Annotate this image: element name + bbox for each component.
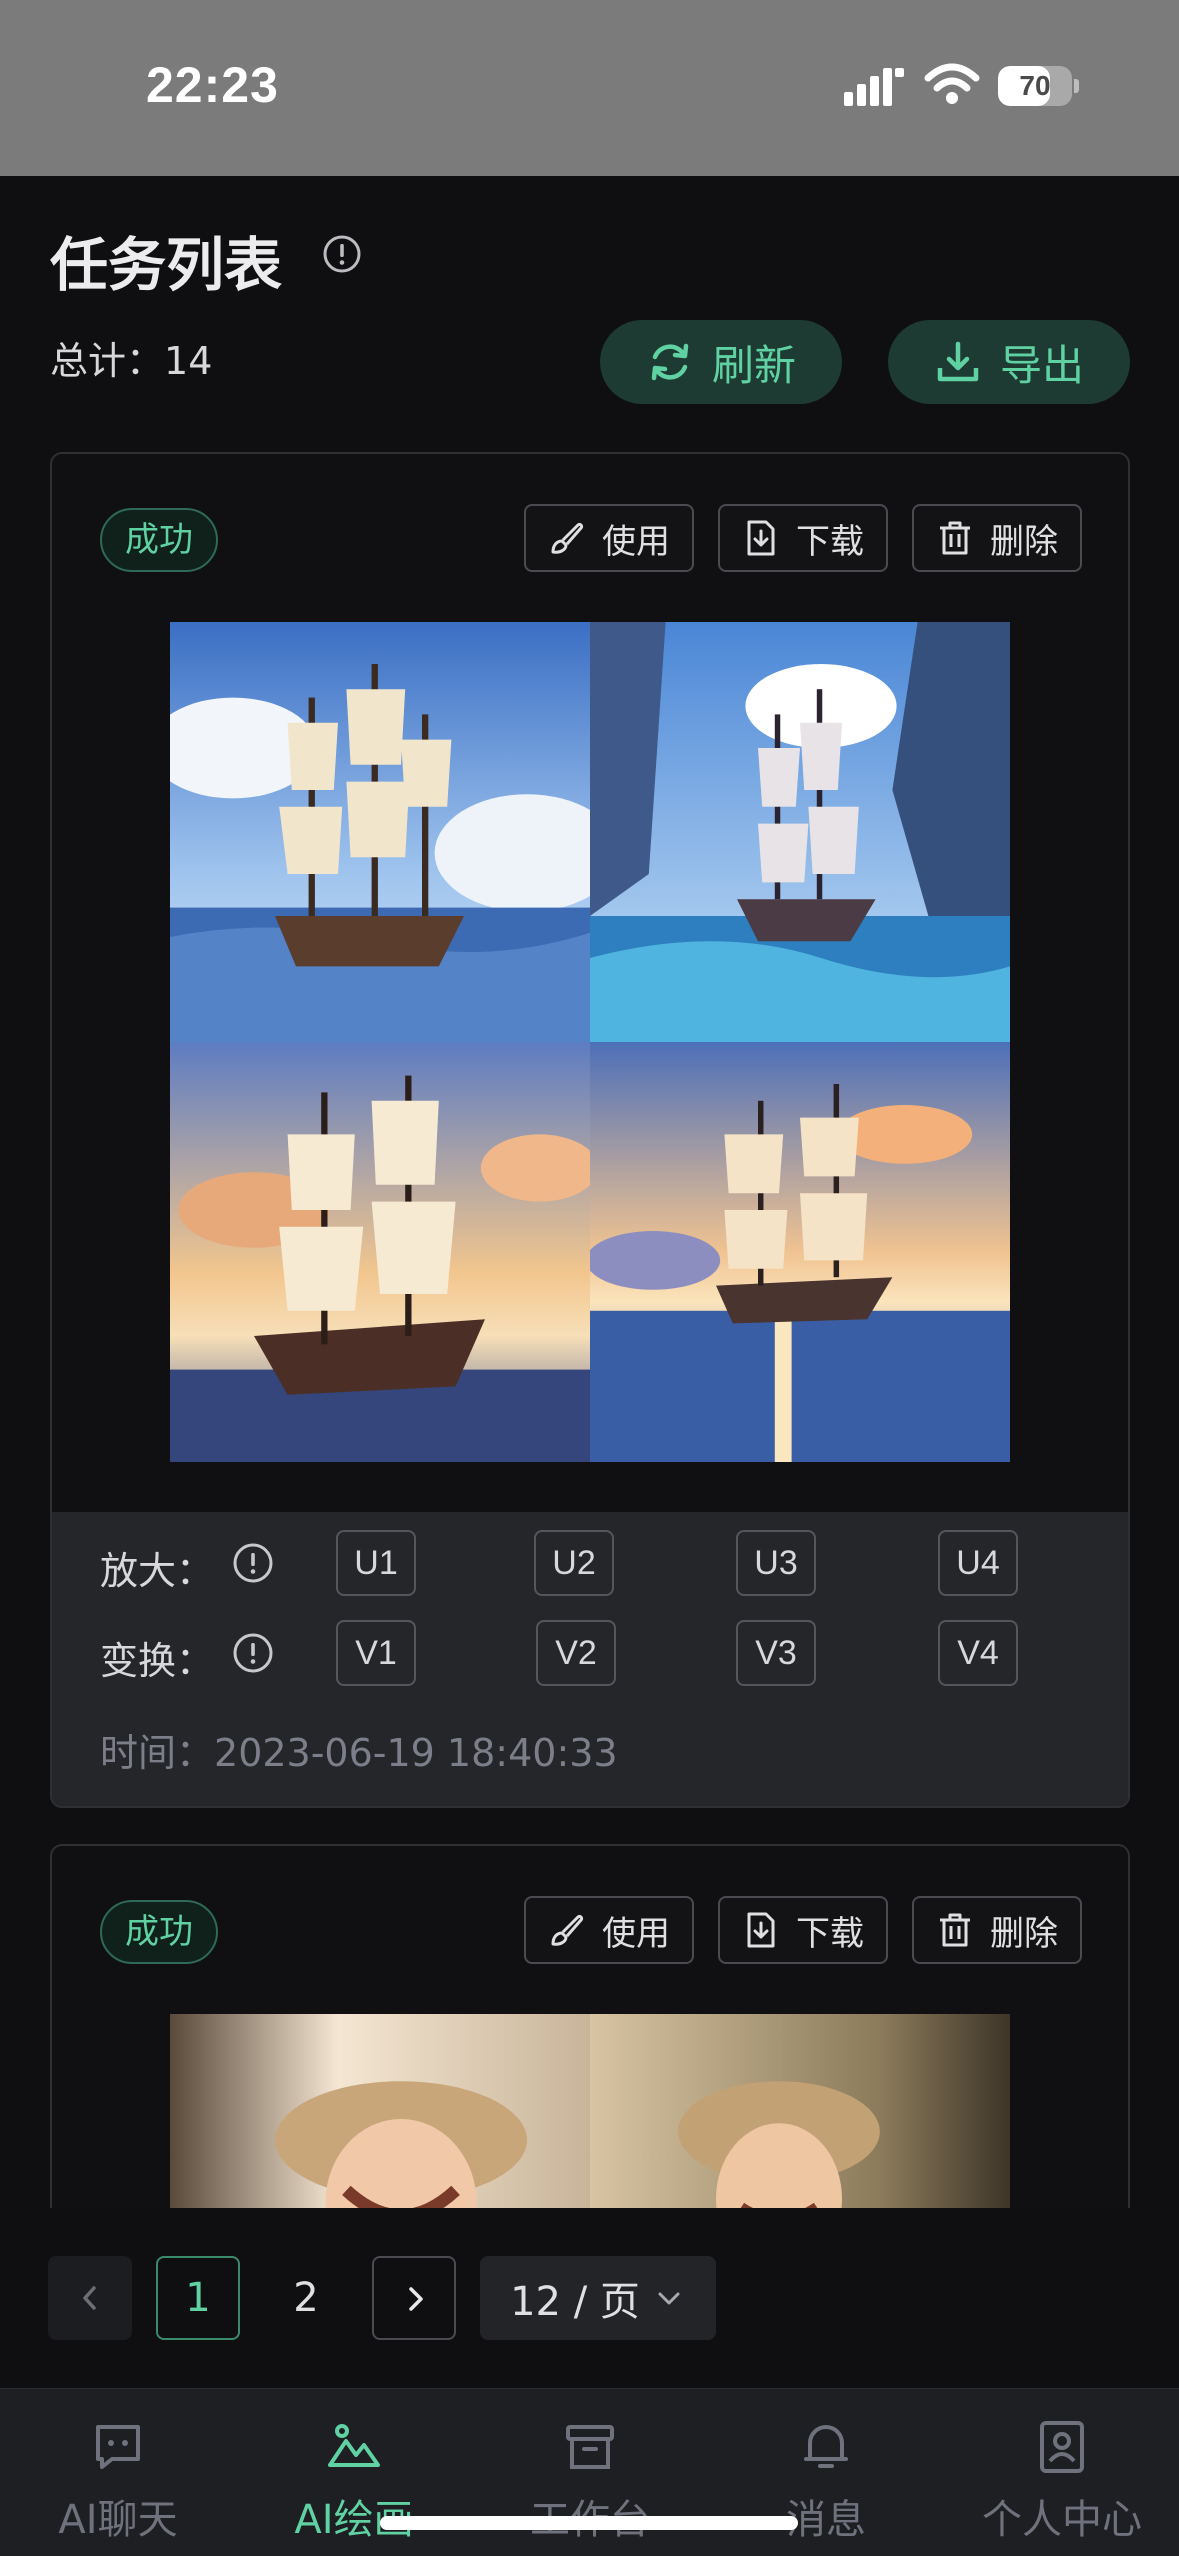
home-indicator bbox=[380, 2516, 798, 2530]
file-download-icon bbox=[747, 1912, 775, 1948]
upscale-u3-button[interactable]: U3 bbox=[736, 1530, 816, 1596]
total-count: 总计：14 bbox=[50, 330, 212, 385]
upscale-u1-button[interactable]: U1 bbox=[336, 1530, 416, 1596]
page-2-button[interactable]: 2 bbox=[264, 2256, 348, 2340]
variation-v4-button[interactable]: V4 bbox=[938, 1620, 1018, 1686]
export-button[interactable]: 导出 bbox=[888, 320, 1130, 404]
trash-icon bbox=[940, 1913, 970, 1947]
variation-v3-button[interactable]: V3 bbox=[736, 1620, 816, 1686]
task-controls: 放大： U1 U2 U3 U4 变换： V1 V2 V3 V4 时间：2023-… bbox=[52, 1512, 1128, 1806]
variation-v1-button[interactable]: V1 bbox=[336, 1620, 416, 1686]
upscale-u2-button[interactable]: U2 bbox=[534, 1530, 614, 1596]
download-label: 下载 bbox=[796, 1913, 864, 1954]
result-image-grid[interactable] bbox=[170, 622, 1010, 1462]
delete-button[interactable]: 删除 bbox=[912, 1896, 1082, 1964]
download-button[interactable]: 下载 bbox=[718, 504, 888, 572]
trash-icon bbox=[940, 521, 970, 555]
signal-icon bbox=[844, 68, 904, 106]
status-bar: 22:23 70 bbox=[0, 0, 1179, 176]
brush-icon bbox=[551, 1914, 584, 1946]
tab-ai-painting[interactable]: AI绘画 bbox=[236, 2389, 472, 2556]
task-time: 时间：2023-06-19 18:40:33 bbox=[100, 1722, 618, 1777]
time-value: 2023-06-19 18:40:33 bbox=[214, 1731, 618, 1775]
pagination: 1 2 12 / 页 bbox=[0, 2208, 1179, 2388]
variation-v2-button[interactable]: V2 bbox=[536, 1620, 616, 1686]
box-icon bbox=[566, 2425, 614, 2469]
upscale-label: 放大： bbox=[100, 1549, 215, 1593]
chevron-down-icon bbox=[658, 2292, 680, 2305]
upscale-u4-button[interactable]: U4 bbox=[938, 1530, 1018, 1596]
page-size-value: 12 / 页 bbox=[510, 2279, 640, 2325]
image-tile-4[interactable] bbox=[590, 1042, 1010, 1462]
use-button[interactable]: 使用 bbox=[524, 504, 694, 572]
tab-bar: AI聊天 AI绘画 工作台 消息 个人中心 bbox=[0, 2388, 1179, 2556]
upscale-info-icon[interactable] bbox=[232, 1542, 274, 1584]
status-time: 22:23 bbox=[146, 57, 279, 113]
bell-icon bbox=[804, 2425, 848, 2468]
variation-label: 变换： bbox=[100, 1639, 215, 1683]
page-size-select[interactable]: 12 / 页 bbox=[480, 2256, 716, 2340]
tab-messages[interactable]: 消息 bbox=[708, 2389, 944, 2556]
info-icon[interactable] bbox=[322, 234, 362, 274]
prev-page-button[interactable] bbox=[48, 2256, 132, 2340]
delete-label: 删除 bbox=[990, 1913, 1058, 1954]
profile-icon bbox=[1040, 2421, 1084, 2473]
download-button[interactable]: 下载 bbox=[718, 1896, 888, 1964]
battery-indicator: 70 bbox=[998, 66, 1079, 106]
page-1-button[interactable]: 1 bbox=[156, 2256, 240, 2340]
brush-icon bbox=[551, 522, 584, 554]
next-page-button[interactable] bbox=[372, 2256, 456, 2340]
refresh-icon bbox=[651, 343, 689, 381]
total-label: 总计： bbox=[50, 339, 165, 383]
use-label: 使用 bbox=[602, 1913, 670, 1954]
export-label: 导出 bbox=[999, 340, 1084, 390]
delete-button[interactable]: 删除 bbox=[912, 504, 1082, 572]
refresh-button[interactable]: 刷新 bbox=[600, 320, 842, 404]
variation-info-icon[interactable] bbox=[232, 1632, 274, 1674]
wifi-icon bbox=[924, 63, 980, 104]
tab-label: 个人中心 bbox=[982, 2497, 1142, 2543]
chat-icon bbox=[96, 2425, 140, 2469]
total-value: 14 bbox=[164, 339, 213, 383]
tab-workbench[interactable]: 工作台 bbox=[472, 2389, 708, 2556]
status-badge: 成功 bbox=[100, 508, 218, 572]
image-tile-2[interactable] bbox=[590, 622, 1010, 1042]
refresh-label: 刷新 bbox=[711, 340, 796, 390]
image-tile-3[interactable] bbox=[170, 1042, 590, 1462]
image-tile-1[interactable] bbox=[170, 622, 590, 1042]
tab-ai-chat[interactable]: AI聊天 bbox=[0, 2389, 236, 2556]
use-label: 使用 bbox=[602, 521, 670, 562]
task-card: 成功 使用 下载 删除 bbox=[50, 452, 1130, 1808]
status-badge: 成功 bbox=[100, 1900, 218, 1964]
chevron-right-icon bbox=[409, 2287, 423, 2311]
use-button[interactable]: 使用 bbox=[524, 1896, 694, 1964]
battery-level: 70 bbox=[1019, 70, 1051, 101]
tab-label: AI聊天 bbox=[58, 2497, 178, 2543]
download-label: 下载 bbox=[796, 521, 864, 562]
chevron-left-icon bbox=[83, 2286, 96, 2310]
delete-label: 删除 bbox=[990, 521, 1058, 562]
tab-profile[interactable]: 个人中心 bbox=[944, 2389, 1179, 2556]
time-label: 时间： bbox=[100, 1731, 215, 1775]
file-download-icon bbox=[747, 520, 775, 556]
painting-icon bbox=[328, 2424, 380, 2467]
page-title: 任务列表 bbox=[50, 231, 283, 299]
download-icon bbox=[937, 341, 979, 382]
task-card: 成功 使用 下载 删除 bbox=[50, 1844, 1130, 2244]
